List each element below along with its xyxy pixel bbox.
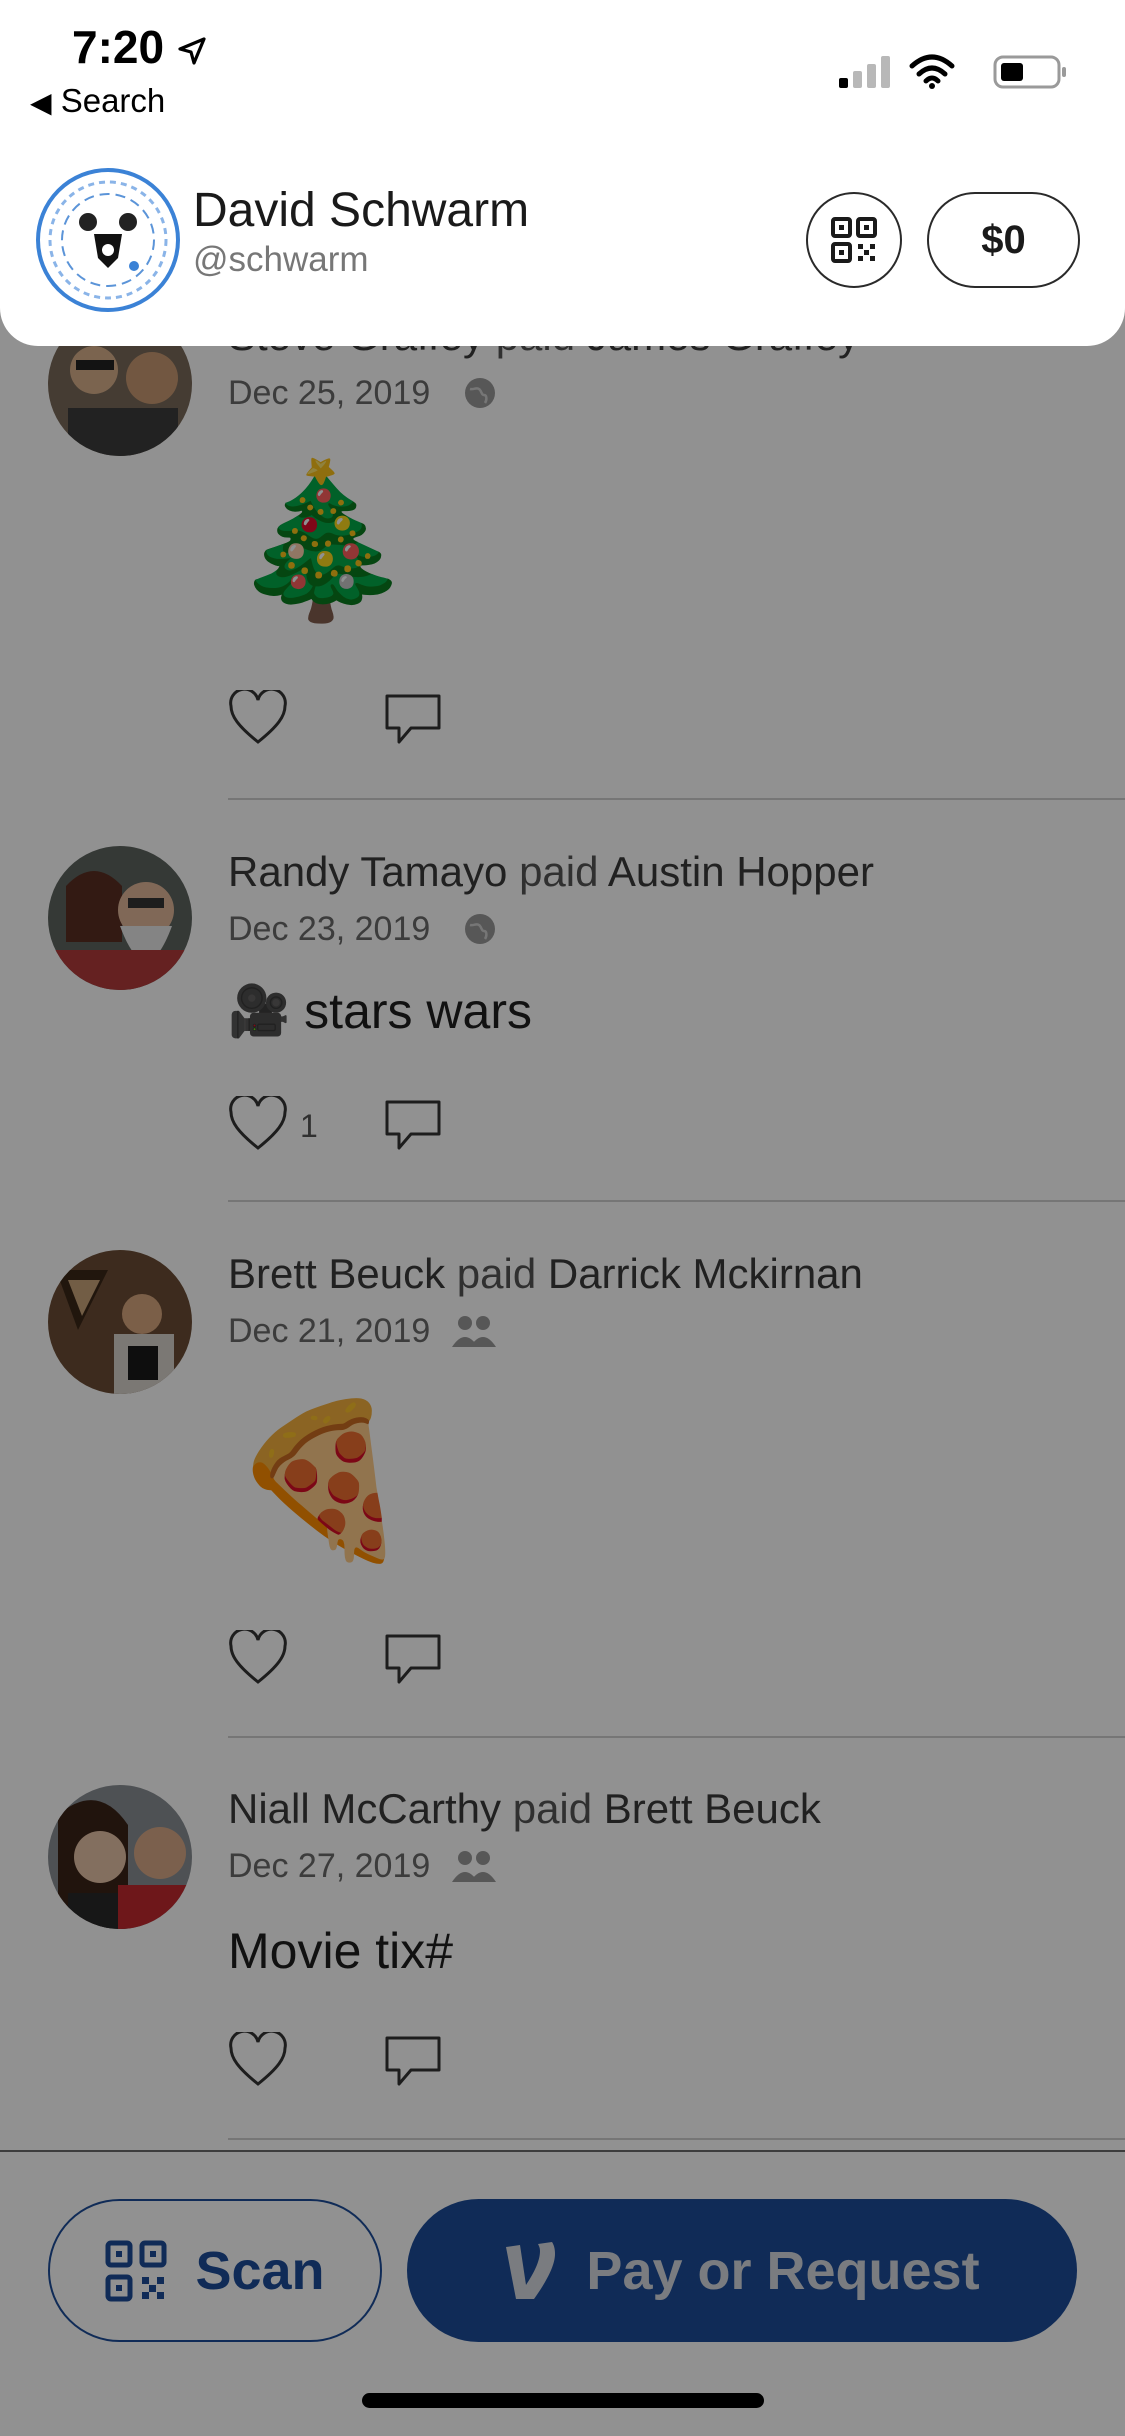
status-indicators [837,52,1077,92]
qr-code-icon [831,217,877,263]
dim-overlay[interactable] [0,0,1125,2436]
wifi-icon [909,54,955,89]
back-arrow-icon: ◀ [30,87,52,118]
status-time: 7:20 [72,20,207,74]
location-arrow-icon [178,37,206,65]
signal-icon [839,56,890,88]
home-indicator[interactable] [362,2393,764,2408]
profile-handle: @schwarm [193,240,369,279]
balance-button[interactable]: $0 [927,192,1080,288]
profile-name: David Schwarm [193,184,530,237]
qr-code-button[interactable] [806,192,902,288]
back-to-search[interactable]: ◀ Search [30,82,165,120]
venmo-code[interactable] [36,168,180,312]
profile-header: 7:20 ◀ Search David Schwarm @schwarm $0 [0,0,1125,346]
battery-icon [993,55,1066,89]
